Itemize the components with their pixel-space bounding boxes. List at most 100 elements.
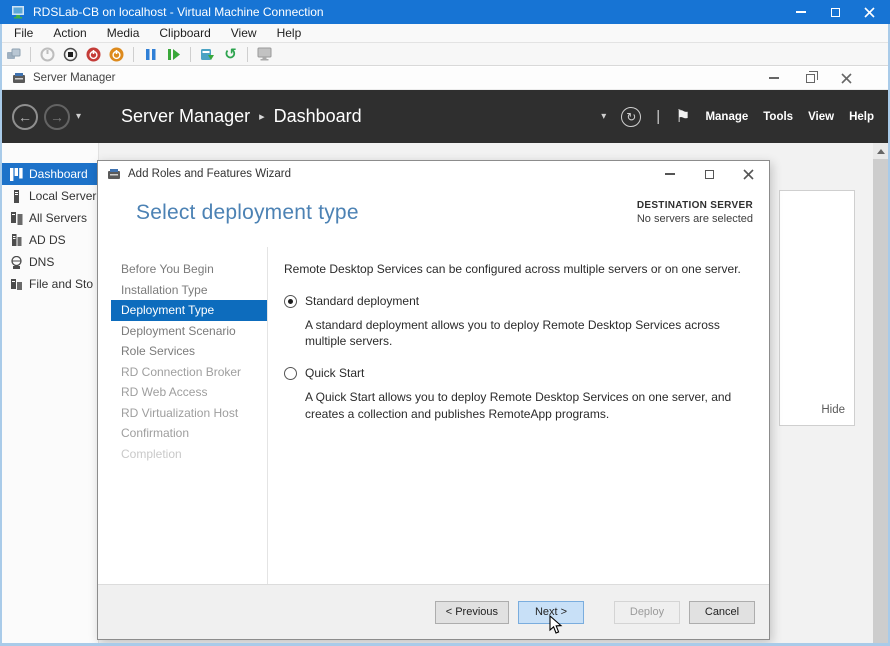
step-completion: Completion [111,444,267,465]
vm-maximize-button[interactable] [829,6,841,18]
vm-toolbar: ↺ [0,43,890,66]
shutdown-icon[interactable] [85,46,102,63]
dns-icon [9,255,23,269]
wizard-titlebar: Add Roles and Features Wizard [98,161,769,187]
all-servers-icon [9,211,23,225]
sidebar: Dashboard Local Server All Servers AD DS [2,143,99,643]
wizard-close-button[interactable] [742,168,754,180]
step-before-you-begin[interactable]: Before You Begin [111,259,267,280]
vm-frame-left [0,24,2,646]
sidebar-item-ad-ds[interactable]: AD DS [2,229,98,251]
step-rd-connection-broker[interactable]: RD Connection Broker [111,362,267,383]
destination-server-label: DESTINATION SERVER [637,200,753,211]
breadcrumb-current[interactable]: Dashboard [274,106,362,127]
wizard-body: Before You Begin Installation Type Deplo… [98,247,769,584]
wizard-heading: Select deployment type [136,201,359,225]
standard-deployment-radio[interactable] [284,295,297,308]
quick-start-radio[interactable] [284,367,297,380]
steps-divider [267,247,268,584]
vm-menubar: File Action Media Clipboard View Help [0,24,890,43]
wizard-content: Remote Desktop Services can be configure… [284,261,757,425]
step-confirmation[interactable]: Confirmation [111,423,267,444]
standard-deployment-option[interactable]: Standard deployment [284,293,757,310]
file-storage-icon [9,277,23,291]
turn-off-icon[interactable] [62,46,79,63]
enhanced-session-icon[interactable] [256,46,273,63]
vertical-scrollbar[interactable] [873,143,888,643]
vm-connection-window: RDSLab-CB on localhost - Virtual Machine… [0,0,890,646]
sidebar-item-all-servers[interactable]: All Servers [2,207,98,229]
local-server-icon [9,189,23,203]
vm-minimize-button[interactable] [795,6,807,18]
server-dropdown-caret-icon[interactable]: ▾ [601,111,606,122]
sidebar-item-file-storage[interactable]: File and Sto [2,273,98,295]
menu-file[interactable]: File [4,24,43,42]
sm-restore-button[interactable] [804,72,816,84]
tools-menu[interactable]: Tools [763,111,793,123]
standard-deployment-label: Standard deployment [305,293,419,310]
scroll-up-icon[interactable] [873,143,888,159]
cancel-button[interactable]: Cancel [689,601,755,624]
step-rd-virtualization-host[interactable]: RD Virtualization Host [111,403,267,424]
back-button[interactable]: ← [12,104,38,130]
sidebar-item-local-server[interactable]: Local Server [2,185,98,207]
wizard-icon [105,166,122,183]
wizard-title: Add Roles and Features Wizard [128,168,291,180]
deploy-button: Deploy [614,601,680,624]
menu-media[interactable]: Media [97,24,150,42]
step-deployment-scenario[interactable]: Deployment Scenario [111,321,267,342]
sidebar-item-dashboard[interactable]: Dashboard [2,163,98,185]
step-role-services[interactable]: Role Services [111,341,267,362]
menu-action[interactable]: Action [43,24,96,42]
standard-deployment-description: A standard deployment allows you to depl… [305,317,757,351]
quick-start-label: Quick Start [305,365,364,382]
menu-help[interactable]: Help [267,24,312,42]
wizard-maximize-button[interactable] [703,168,715,180]
power-on-icon[interactable] [39,46,56,63]
server-manager-title: Server Manager [33,72,115,84]
step-installation-type[interactable]: Installation Type [111,280,267,301]
checkpoint-icon[interactable] [199,46,216,63]
view-menu[interactable]: View [808,111,834,123]
wizard-footer: < Previous Next > Deploy Cancel [98,584,769,639]
sidebar-item-dns[interactable]: DNS [2,251,98,273]
breadcrumb-root[interactable]: Server Manager [121,106,250,127]
previous-button[interactable]: < Previous [435,601,509,624]
quick-start-option[interactable]: Quick Start [284,365,757,382]
refresh-icon[interactable]: ↻ [621,107,641,127]
sm-minimize-button[interactable] [768,72,780,84]
ctrl-alt-del-icon[interactable] [5,46,22,63]
wizard-minimize-button[interactable] [664,168,676,180]
help-menu[interactable]: Help [849,111,874,123]
quick-start-description: A Quick Start allows you to deploy Remot… [305,389,757,423]
menu-view[interactable]: View [221,24,267,42]
header-separator: | [656,108,660,125]
step-deployment-type[interactable]: Deployment Type [111,300,267,321]
server-manager-header: ← → ▾ Server Manager ▸ Dashboard ▾ ↻ | ⚑… [2,90,888,143]
breadcrumb: Server Manager ▸ Dashboard [121,106,362,127]
nav-dropdown-caret-icon[interactable]: ▾ [76,111,81,122]
notifications-flag-icon[interactable]: ⚑ [675,107,690,127]
server-manager-icon [10,70,27,87]
vm-window-title: RDSLab-CB on localhost - Virtual Machine… [33,5,324,19]
sm-close-button[interactable] [840,72,852,84]
menu-clipboard[interactable]: Clipboard [149,24,220,42]
destination-server-value: No servers are selected [637,213,753,225]
revert-icon[interactable]: ↺ [222,46,239,63]
vm-titlebar: RDSLab-CB on localhost - Virtual Machine… [0,0,890,24]
deployment-intro-text: Remote Desktop Services can be configure… [284,261,757,278]
mouse-cursor [549,615,563,640]
breadcrumb-separator-icon: ▸ [259,110,265,123]
hide-link[interactable]: Hide [821,404,845,416]
save-state-icon[interactable] [108,46,125,63]
forward-button[interactable]: → [44,104,70,130]
ad-ds-icon [9,233,23,247]
destination-server-block: DESTINATION SERVER No servers are select… [637,200,753,225]
vm-close-button[interactable] [863,6,875,18]
wizard-steps-nav: Before You Begin Installation Type Deplo… [111,259,267,464]
manage-menu[interactable]: Manage [705,111,748,123]
step-rd-web-access[interactable]: RD Web Access [111,382,267,403]
pause-icon[interactable] [142,46,159,63]
vm-monitor-icon [9,4,26,21]
resume-icon[interactable] [165,46,182,63]
